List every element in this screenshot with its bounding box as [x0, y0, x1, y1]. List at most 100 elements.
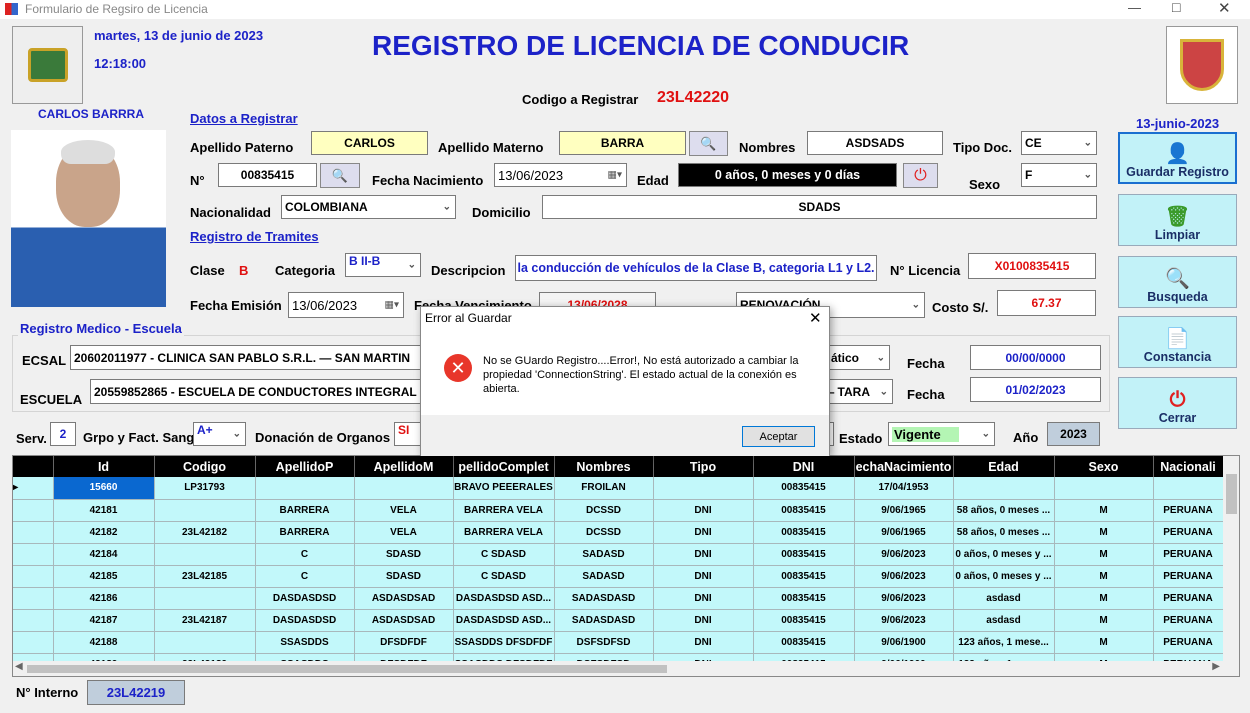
nombres-input[interactable]: ASDSADS [807, 131, 943, 155]
table-cell[interactable]: 00835415 [753, 609, 855, 632]
table-cell[interactable]: 00835415 [753, 631, 855, 654]
table-cell[interactable]: SSASDDS [255, 631, 355, 654]
table-row[interactable]: 42185 23L42185 C SDASD C SDASD SADASD DNI 00835… [13, 565, 1224, 588]
apellido-materno-input[interactable]: BARRA [559, 131, 686, 155]
table-cell[interactable] [154, 631, 256, 654]
table-cell[interactable]: 9/06/1965 [854, 499, 954, 522]
busqueda-button[interactable]: 🔍 Busqueda [1118, 256, 1237, 308]
ecsal-fecha-input[interactable]: 00/00/0000 [970, 345, 1101, 370]
constancia-button[interactable]: 📄 Constancia [1118, 316, 1237, 368]
table-row[interactable]: 42181 BARRERA VELA BARRERA VELA DCSSD DNI 0083… [13, 499, 1224, 522]
table-cell[interactable]: 00835415 [753, 499, 855, 522]
table-cell[interactable]: 42182 [53, 521, 155, 544]
row-header[interactable]: ▸ [13, 477, 54, 500]
table-row[interactable]: ▸ 15660 LP31793 BRAVO PEEERALES FROILAN 00835… [13, 477, 1224, 500]
table-cell[interactable]: 00835415 [753, 587, 855, 610]
table-cell[interactable]: SDASD [354, 565, 454, 588]
column-header[interactable]: Codigo [154, 456, 256, 477]
table-cell[interactable] [953, 477, 1055, 500]
table-cell[interactable]: 58 años, 0 meses ... [953, 499, 1055, 522]
descripcion-input[interactable]: la conducción de vehículos de la Clase B… [515, 255, 877, 281]
table-cell[interactable] [255, 477, 355, 500]
table-cell[interactable]: BARRERA [255, 499, 355, 522]
table-cell[interactable]: DASDASDSD [255, 587, 355, 610]
table-cell[interactable]: 23L42185 [154, 565, 256, 588]
numero-input[interactable]: 00835415 [218, 163, 317, 187]
table-cell[interactable]: PERUANA [1153, 499, 1224, 522]
table-cell[interactable] [653, 477, 754, 500]
table-cell[interactable] [1054, 477, 1154, 500]
table-cell[interactable]: PERUANA [1153, 543, 1224, 566]
vertical-scrollbar[interactable] [1223, 456, 1239, 661]
table-cell[interactable]: SDASD [354, 543, 454, 566]
table-cell[interactable]: 23L42182 [154, 521, 256, 544]
table-cell[interactable]: 00835415 [753, 477, 855, 500]
table-cell[interactable]: BARRERA VELA [453, 499, 555, 522]
search-dni-button[interactable]: 🔍 [320, 163, 360, 188]
row-header[interactable] [13, 521, 54, 544]
column-header[interactable]: Nacionali [1153, 456, 1224, 477]
table-cell[interactable]: ASDASDSAD [354, 587, 454, 610]
table-row[interactable]: 42184 C SDASD C SDASD SADASD DNI 00835415 9/06/… [13, 543, 1224, 566]
table-cell[interactable] [154, 543, 256, 566]
row-header[interactable] [13, 543, 54, 566]
close-button[interactable]: ✕ [1218, 0, 1231, 17]
table-cell[interactable]: DNI [653, 565, 754, 588]
table-cell[interactable]: DCSSD [554, 499, 654, 522]
table-cell[interactable]: M [1054, 543, 1154, 566]
column-header[interactable]: Sexo [1054, 456, 1154, 477]
table-cell[interactable]: 9/06/2023 [854, 565, 954, 588]
table-cell[interactable]: PERUANA [1153, 521, 1224, 544]
table-cell[interactable]: 42187 [53, 609, 155, 632]
table-row[interactable]: 42187 23L42187 DASDASDSD ASDASDSAD DASDASDSD… [13, 609, 1224, 632]
tipo-doc-select[interactable]: CE ⌄ [1021, 131, 1097, 155]
table-cell[interactable]: VELA [354, 499, 454, 522]
row-header[interactable] [13, 609, 54, 632]
table-cell[interactable]: DNI [653, 609, 754, 632]
table-row[interactable]: 42182 23L42182 BARRERA VELA BARRERA VELA DCSS… [13, 521, 1224, 544]
table-cell[interactable]: FROILAN [554, 477, 654, 500]
table-cell[interactable]: DNI [653, 543, 754, 566]
table-cell[interactable]: M [1054, 565, 1154, 588]
table-cell[interactable] [154, 499, 256, 522]
table-cell[interactable]: PERUANA [1153, 587, 1224, 610]
table-cell[interactable]: BRAVO PEEERALES [453, 477, 555, 500]
table-cell[interactable]: M [1054, 609, 1154, 632]
table-cell[interactable]: M [1054, 521, 1154, 544]
minimize-button[interactable]: — [1128, 0, 1141, 15]
maximize-button[interactable]: □ [1172, 0, 1180, 15]
table-cell[interactable]: 9/06/1900 [854, 631, 954, 654]
domicilio-input[interactable]: SDADS [542, 195, 1097, 219]
table-cell[interactable]: SSASDDS DFSDFDF [453, 631, 555, 654]
table-cell[interactable]: C SDASD [453, 543, 555, 566]
table-cell[interactable]: C SDASD [453, 565, 555, 588]
table-cell[interactable]: 42181 [53, 499, 155, 522]
table-cell[interactable]: 42186 [53, 587, 155, 610]
guardar-registro-button[interactable]: 👤 Guardar Registro [1118, 132, 1237, 184]
column-header[interactable]: Tipo [653, 456, 754, 477]
table-cell[interactable]: 00835415 [753, 565, 855, 588]
table-cell[interactable]: 23L42187 [154, 609, 256, 632]
column-header[interactable]: Edad [953, 456, 1055, 477]
table-cell[interactable]: 15660 [53, 477, 155, 500]
table-cell[interactable]: PERUANA [1153, 609, 1224, 632]
table-cell[interactable]: DNI [653, 587, 754, 610]
categoria-select[interactable]: B II-B ⌄ [345, 253, 421, 277]
row-header[interactable] [13, 499, 54, 522]
table-cell[interactable]: PERUANA [1153, 565, 1224, 588]
table-cell[interactable]: VELA [354, 521, 454, 544]
table-cell[interactable]: C [255, 543, 355, 566]
table-cell[interactable]: 9/06/1965 [854, 521, 954, 544]
records-grid[interactable]: Id Codigo ApellidoP ApellidoM pellidoComplet… [12, 455, 1240, 677]
table-cell[interactable]: 42188 [53, 631, 155, 654]
table-cell[interactable]: DSFSDFSD [554, 631, 654, 654]
table-cell[interactable]: PERUANA [1153, 631, 1224, 654]
column-header[interactable]: Id [53, 456, 155, 477]
table-cell[interactable]: C [255, 565, 355, 588]
table-cell[interactable]: asdasd [953, 609, 1055, 632]
row-header[interactable] [13, 631, 54, 654]
aceptar-button[interactable]: Aceptar [742, 426, 815, 447]
table-cell[interactable]: DNI [653, 631, 754, 654]
table-row[interactable]: 42186 DASDASDSD ASDASDSAD DASDASDSD ASD... S… [13, 587, 1224, 610]
table-cell[interactable]: SADASD [554, 565, 654, 588]
